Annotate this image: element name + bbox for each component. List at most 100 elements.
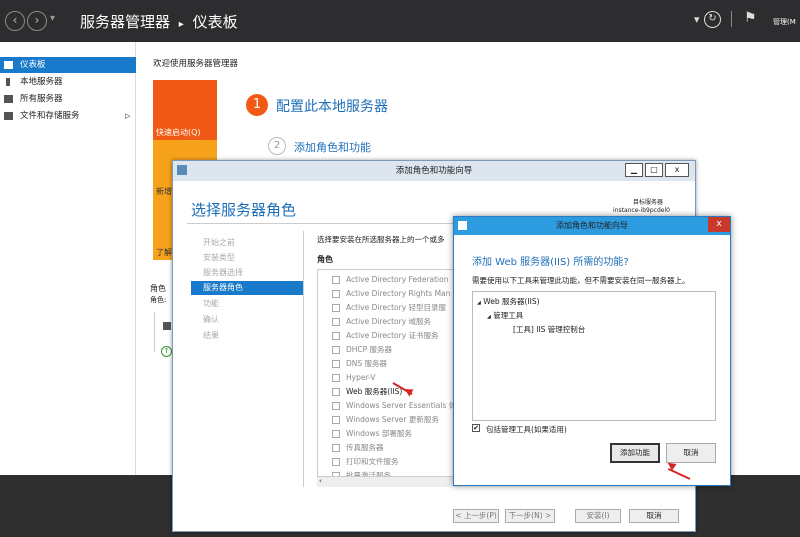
sidebar-item-all-servers[interactable]: 所有服务器 [0, 91, 136, 107]
dialog-cancel-button[interactable]: 取消 [666, 443, 716, 463]
expand-icon[interactable]: ◢ [477, 300, 481, 306]
tree-node[interactable]: ◢ Web 服务器(IIS) [477, 296, 540, 307]
minimize-button[interactable]: ▁ [625, 163, 643, 177]
configure-server-link[interactable]: 配置此本地服务器 [276, 96, 388, 116]
add-roles-link[interactable]: 添加角色和功能 [294, 139, 371, 155]
checkbox[interactable] [332, 276, 340, 284]
history-dropdown-icon[interactable]: ▾ [50, 13, 55, 24]
learn-label: 了解 [156, 248, 172, 257]
checkbox[interactable] [332, 318, 340, 326]
wizard-step[interactable]: 确认 [191, 313, 303, 327]
server-icon [6, 78, 10, 86]
dialog-titlebar: 添加角色和功能向导 [454, 217, 730, 235]
roles-section-sub: 角色: [150, 296, 167, 304]
roles-description: 选择要安装在所选服务器上的一个或多 [317, 235, 445, 244]
quickstart-tile[interactable]: 快速启动(Q) [153, 80, 217, 140]
checkbox[interactable] [332, 402, 340, 410]
sidebar: 仪表板 本地服务器 所有服务器 文件和存储服务 ▷ [0, 42, 136, 475]
refresh-icon[interactable]: ↻ [704, 11, 721, 28]
sidebar-item-file-storage[interactable]: 文件和存储服务 ▷ [0, 108, 136, 124]
checkbox[interactable] [332, 374, 340, 382]
cancel-button[interactable]: 取消 [629, 509, 679, 523]
sidebar-item-local-server[interactable]: 本地服务器 [0, 74, 136, 90]
scroll-left-icon[interactable]: ‹ [319, 477, 322, 485]
checkbox[interactable] [332, 360, 340, 368]
add-features-button[interactable]: 添加功能 [610, 443, 660, 463]
sidebar-item-label: 文件和存储服务 [20, 111, 80, 121]
checkbox[interactable] [332, 416, 340, 424]
new-label: 新增 [156, 187, 172, 196]
checkbox[interactable] [332, 388, 340, 396]
include-tools-checkbox[interactable]: ✔ [472, 424, 480, 432]
tree-node[interactable]: [工具] IIS 管理控制台 [513, 324, 585, 335]
step2-number: 2 [268, 137, 286, 155]
welcome-heading: 欢迎使用服务器管理器 [153, 59, 239, 69]
wizard-step[interactable]: 服务器选择 [191, 266, 303, 280]
forward-icon[interactable]: › [27, 11, 47, 31]
role-item[interactable]: Active Directory 域服务 [332, 316, 431, 328]
role-item[interactable]: Active Directory 证书服务 [332, 330, 439, 342]
close-button[interactable]: x [708, 217, 730, 232]
dialog-description: 需要使用以下工具来管理此功能，但不需要安装在同一服务器上。 [472, 276, 690, 285]
storage-icon [4, 112, 13, 120]
add-features-dialog: 添加角色和功能向导 x 添加 Web 服务器(IIS) 所需的功能? 需要使用以… [453, 216, 731, 486]
checkbox[interactable] [332, 444, 340, 452]
sidebar-item-label: 所有服务器 [20, 94, 63, 104]
role-item[interactable]: Active Directory 轻型目录服 [332, 302, 446, 314]
role-item[interactable]: Windows Server 更新服务 [332, 414, 439, 426]
divider [303, 231, 304, 487]
tree-node[interactable]: ◢ 管理工具 [487, 310, 523, 321]
wizard-heading: 选择服务器角色 [191, 201, 297, 219]
close-button[interactable]: x [665, 163, 689, 177]
roles-section-title: 角色 [150, 284, 166, 293]
divider [731, 11, 732, 27]
back-icon[interactable]: ‹ [5, 11, 25, 31]
include-tools-label: 包括管理工具(如果适用) [486, 425, 567, 434]
app-name: 服务器管理器 [80, 13, 171, 31]
wizard-step[interactable]: 安装类型 [191, 251, 303, 265]
checkbox[interactable] [332, 430, 340, 438]
role-item[interactable]: Active Directory Federation [332, 274, 448, 286]
horizontal-scrollbar[interactable]: ‹ [317, 476, 462, 487]
next-button[interactable]: 下一步(N) > [505, 509, 555, 523]
role-item[interactable]: Hyper-V [332, 372, 375, 384]
checkbox[interactable] [332, 458, 340, 466]
flag-icon[interactable]: ⚑ [744, 10, 757, 26]
maximize-button[interactable]: □ [645, 163, 663, 177]
app-icon [177, 165, 187, 175]
checkbox[interactable] [332, 304, 340, 312]
wizard-step[interactable]: 开始之前 [191, 236, 303, 250]
roles-list: Active Directory Federation Active Direc… [317, 269, 462, 487]
target-server-value: instance-ib9pcdel0 [613, 207, 670, 214]
wizard-step[interactable]: 结果 [191, 329, 303, 343]
wizard-title: 添加角色和功能向导 [395, 166, 473, 176]
servers-icon [4, 95, 13, 103]
wizard-step[interactable]: 功能 [191, 297, 303, 311]
sidebar-item-dashboard[interactable]: 仪表板 [0, 57, 136, 73]
wizard-step-active[interactable]: 服务器角色 [191, 281, 303, 295]
checkbox[interactable] [332, 332, 340, 340]
role-item[interactable]: Active Directory Rights Man [332, 288, 450, 300]
role-item[interactable]: DHCP 服务器 [332, 344, 392, 356]
role-item-web-server[interactable]: Web 服务器(IIS) [332, 386, 402, 398]
dialog-heading: 添加 Web 服务器(IIS) 所需的功能? [472, 257, 629, 268]
chevron-right-icon: ▷ [125, 112, 131, 120]
role-item[interactable]: Windows Server Essentials 体 [332, 400, 456, 412]
manage-menu[interactable]: 管理(M [773, 17, 796, 27]
role-item[interactable]: 打印和文件服务 [332, 456, 399, 468]
expand-icon[interactable]: ◢ [487, 314, 491, 320]
dialog-title: 添加角色和功能向导 [556, 221, 628, 230]
title-bar: ‹ › ▾ 服务器管理器 ▸ 仪表板 ▾ ↻ ⚑ 管理(M [0, 0, 800, 42]
feature-tree: ◢ Web 服务器(IIS) ◢ 管理工具 [工具] IIS 管理控制台 [472, 291, 716, 421]
role-item[interactable]: Windows 部署服务 [332, 428, 412, 440]
prev-button[interactable]: < 上一步(P) [453, 509, 499, 523]
sidebar-item-label: 本地服务器 [20, 77, 63, 87]
roles-header: 角色 [317, 255, 333, 264]
checkbox[interactable] [332, 290, 340, 298]
role-item[interactable]: 传真服务器 [332, 442, 384, 454]
dropdown-icon[interactable]: ▾ [694, 13, 700, 26]
role-item[interactable]: DNS 服务器 [332, 358, 387, 370]
wizard-titlebar: 添加角色和功能向导 [173, 161, 695, 181]
checkbox[interactable] [332, 346, 340, 354]
install-button[interactable]: 安装(I) [575, 509, 621, 523]
